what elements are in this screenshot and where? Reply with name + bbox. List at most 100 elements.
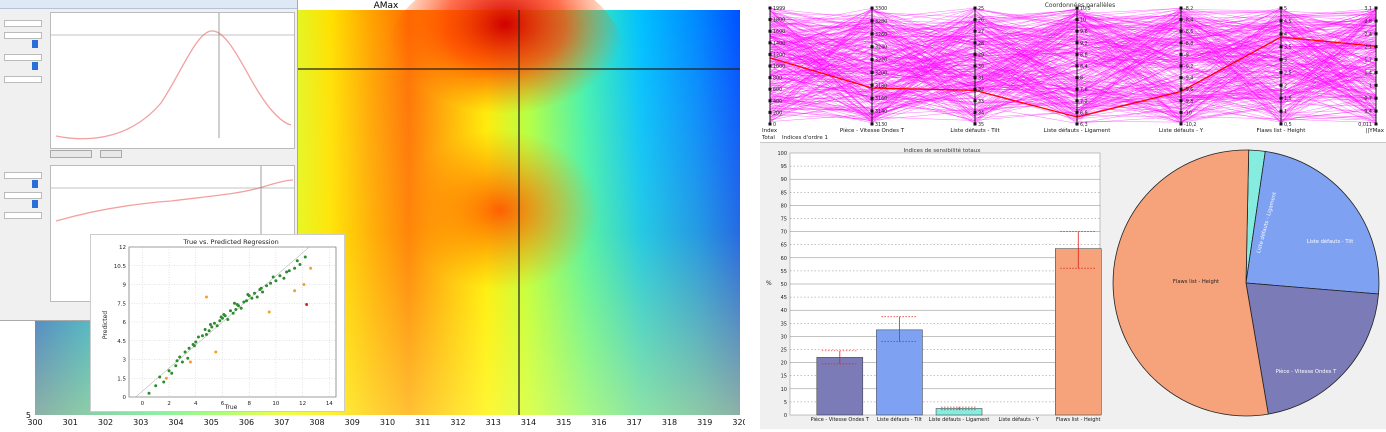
parallel-tick-label: 1,5: [1284, 96, 1292, 102]
scatter-point: [298, 263, 302, 266]
scatter-y-tick: 1.5: [117, 376, 126, 382]
control-field[interactable]: [4, 76, 42, 83]
scatter-panel: True vs. Predicted Regression True Predi…: [90, 234, 345, 412]
bar-y-tick: 55: [781, 269, 787, 275]
scatter-x-tick: 0: [141, 401, 145, 407]
parallel-tick-label: 26: [978, 18, 984, 24]
scatter-point: [192, 344, 196, 348]
window-tabbar: [0, 0, 297, 9]
slider-handle[interactable]: [32, 180, 38, 188]
bar-y-tick: 100: [777, 151, 787, 157]
scatter-point: [282, 276, 286, 280]
control-field[interactable]: [4, 172, 42, 179]
scatter-point: [204, 333, 208, 336]
parallel-tick-label: 34: [978, 110, 984, 116]
parallel-sub-label: Total: [761, 135, 775, 141]
parallel-tick-label: 3240: [875, 45, 887, 51]
control-field[interactable]: [4, 32, 42, 39]
scatter-point: [180, 360, 184, 364]
parallel-tick-label: 7,2: [1080, 99, 1088, 105]
parallel-tick-label: -8,8: [1184, 41, 1193, 47]
config-button[interactable]: [100, 150, 122, 158]
heatmap-x-tick: 319: [697, 418, 712, 427]
bar-x-label: Liste défauts - Tilt: [877, 416, 922, 423]
pie-chart: Liste défauts - Ligament Liste défauts - …: [1112, 149, 1380, 417]
control-field[interactable]: [4, 20, 42, 27]
scatter-x-tick: 10: [272, 401, 279, 407]
scatter-x-tick: 4: [194, 401, 198, 407]
scatter-point: [265, 284, 269, 288]
scatter-x-tick: 12: [299, 401, 306, 407]
bar-y-tick: 60: [781, 256, 787, 262]
control-field[interactable]: [4, 192, 42, 199]
pie-label: Pièce - Vitesse Ondes T: [1276, 368, 1337, 375]
parallel-sub-label: Indices d'ordre 1: [782, 135, 828, 141]
bar-y-tick: 90: [781, 177, 787, 183]
parallel-tick-label: -8,4: [1184, 18, 1193, 24]
parallel-tick-label: -9,6: [1184, 87, 1193, 93]
scatter-point: [246, 293, 250, 296]
scatter-title: True vs. Predicted Regression: [182, 238, 278, 246]
bar: [816, 357, 864, 416]
control-field[interactable]: [4, 212, 42, 219]
scatter-y-tick: 0: [123, 395, 127, 401]
bar-y-tick: 45: [781, 295, 787, 301]
heatmap-x-tick: 315: [556, 418, 571, 427]
parallel-tick-label: 8: [1080, 76, 1083, 82]
parallel-tick-label: 29: [978, 52, 984, 58]
heatmap-x-tick: 309: [345, 418, 360, 427]
parallel-tick-label: 3300: [875, 6, 887, 12]
slider-handle[interactable]: [32, 62, 38, 70]
scatter-point: [212, 321, 216, 325]
scatter-point: [235, 303, 239, 306]
scatter-point: [233, 301, 237, 305]
bar-y-tick: 5: [784, 400, 787, 406]
parallel-tick-label: 1: [1284, 109, 1287, 115]
scatter-point: [305, 303, 309, 306]
parallel-axis-label: Index: [762, 128, 778, 134]
scatter-x-tick: 8: [247, 401, 251, 407]
scatter-point: [187, 346, 191, 350]
slider-handle[interactable]: [32, 40, 38, 48]
parallel-tick-label: 3220: [875, 58, 887, 64]
scatter-point: [259, 286, 263, 290]
scatter-point: [214, 350, 218, 354]
control-field[interactable]: [4, 54, 42, 61]
parallel-tick-label: -9,4: [1184, 76, 1193, 82]
bar-x-label: Flaws list - Height: [1056, 417, 1101, 423]
scatter-point: [255, 295, 259, 299]
parallel-tick-label: 33: [978, 99, 984, 105]
scatter-point: [162, 380, 166, 384]
upper-plot: [50, 12, 295, 149]
parallel-tick-label: 31: [978, 76, 984, 82]
parallel-tick-label: 400: [773, 99, 782, 105]
scatter-point: [154, 384, 158, 388]
scatter-point: [164, 376, 168, 380]
scatter-point: [295, 259, 299, 263]
parallel-tick-label: 1400: [773, 41, 785, 47]
bar-y-tick: 95: [781, 164, 787, 170]
heatmap-x-tick: 307: [274, 418, 289, 427]
parallel-tick-label: 1000: [773, 64, 785, 70]
heatmap-x-tick: 303: [133, 418, 148, 427]
parallel-tick-label: -8,6: [1184, 29, 1193, 35]
parallel-tick-label: -9,2: [1184, 64, 1193, 70]
scatter-point: [218, 319, 222, 323]
parallel-tick-label: 4,5: [1284, 19, 1292, 25]
scatter-point: [309, 266, 313, 270]
parallel-tick-label: 6,8: [1080, 110, 1088, 116]
pie-label: Flaws list - Height: [1173, 279, 1219, 285]
parallel-tick-label: 0,7: [1364, 96, 1372, 102]
parallel-tick-label: 27: [978, 29, 984, 35]
slider-handle[interactable]: [32, 200, 38, 208]
scatter-point: [196, 335, 200, 339]
scatter-point: [208, 323, 212, 326]
parallel-tick-label: 2,5: [1284, 70, 1292, 76]
heatmap-x-tick: 304: [168, 418, 183, 427]
scatter-xlabel: True: [224, 404, 238, 411]
scatter-point: [167, 369, 171, 373]
config-button[interactable]: [50, 150, 92, 158]
scatter-point: [194, 340, 198, 344]
heatmap-x-tick: 308: [309, 418, 324, 427]
parallel-tick-label: 4: [1284, 32, 1287, 38]
